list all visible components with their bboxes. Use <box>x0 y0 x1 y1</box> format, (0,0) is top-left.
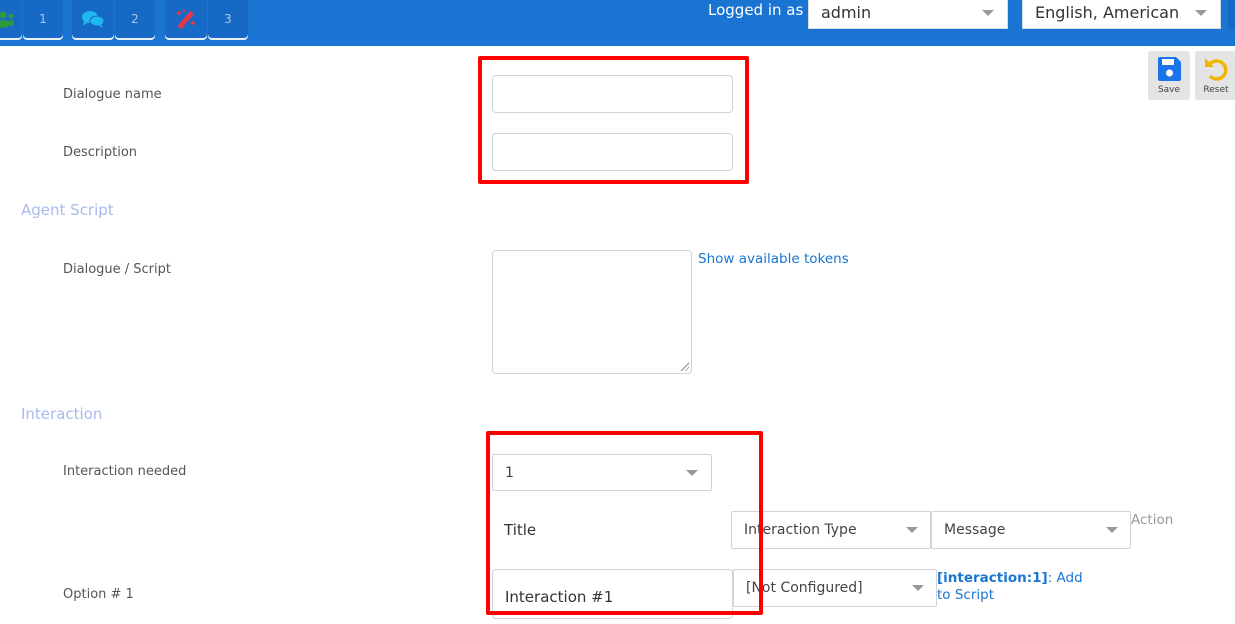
wand-count-tab[interactable]: 3 <box>208 0 248 38</box>
option-1-title-value: Interaction #1 <box>505 588 614 606</box>
chat-count-tab[interactable]: 2 <box>115 0 155 38</box>
chat-tab-icon-cell[interactable] <box>72 0 114 38</box>
show-tokens-link[interactable]: Show available tokens <box>698 251 849 267</box>
reset-button[interactable]: Reset <box>1195 51 1235 100</box>
chevron-down-icon <box>906 527 918 533</box>
top-navigation-bar: 1 2 3 Logged in as : admin English, Amer… <box>0 0 1235 46</box>
floppy-disk-icon <box>1158 57 1181 81</box>
user-select[interactable]: admin <box>808 0 1008 29</box>
dialogue-script-textarea[interactable] <box>492 250 692 374</box>
topbar-right-tab[interactable] <box>1228 0 1235 30</box>
description-input[interactable] <box>492 133 733 171</box>
tab-group-chat[interactable]: 2 <box>72 0 155 38</box>
interaction-heading: Interaction <box>21 405 103 423</box>
chevron-down-icon <box>1106 527 1118 533</box>
action-column-header: Action <box>1131 512 1174 528</box>
interaction-needed-value: 1 <box>505 464 514 481</box>
user-select-value: admin <box>821 3 872 22</box>
chevron-down-icon <box>912 585 924 591</box>
interaction-type-value: Interaction Type <box>744 522 857 538</box>
chevron-down-icon <box>982 10 994 16</box>
interaction-token: [interaction:1] <box>937 570 1048 586</box>
save-label: Save <box>1157 85 1181 95</box>
wand-tab-icon-cell[interactable] <box>165 0 207 38</box>
option-1-action-value: [Not Configured] <box>746 580 863 596</box>
interaction-needed-select[interactable]: 1 <box>492 454 712 491</box>
magic-wand-icon <box>176 9 196 29</box>
interaction-needed-label: Interaction needed <box>63 464 187 479</box>
undo-arrow-icon <box>1205 58 1228 81</box>
users-icon <box>0 11 14 28</box>
save-button[interactable]: Save <box>1148 51 1190 100</box>
users-count-tab[interactable]: 1 <box>23 0 63 38</box>
chevron-down-icon <box>1195 10 1207 16</box>
option-1-title-input[interactable]: Interaction #1 <box>492 569 733 619</box>
dialogue-script-label: Dialogue / Script <box>63 262 171 277</box>
title-column-header: Title <box>504 521 537 539</box>
logged-in-label: Logged in as : <box>708 1 814 19</box>
agent-script-heading: Agent Script <box>21 201 114 219</box>
language-select-value: English, American <box>1035 3 1180 22</box>
tab-group-wand[interactable]: 3 <box>165 0 248 38</box>
users-tab-icon-cell[interactable] <box>0 0 22 38</box>
dialogue-name-input[interactable] <box>492 75 733 113</box>
resize-handle-icon[interactable] <box>679 361 689 371</box>
message-select[interactable]: Message <box>931 511 1131 549</box>
option-1-label: Option # 1 <box>63 587 134 602</box>
interaction-type-select[interactable]: Interaction Type <box>731 511 931 549</box>
option-1-action-select[interactable]: [Not Configured] <box>733 569 937 607</box>
chat-bubbles-icon <box>82 11 105 28</box>
language-select[interactable]: English, American <box>1022 0 1221 29</box>
chevron-down-icon <box>686 470 698 476</box>
reset-label: Reset <box>1203 85 1229 95</box>
message-select-value: Message <box>944 522 1006 538</box>
tab-group-users[interactable]: 1 <box>0 0 63 38</box>
dialogue-name-label: Dialogue name <box>63 87 162 102</box>
description-label: Description <box>63 145 138 160</box>
add-to-script-link[interactable]: [interaction:1]: Add to Script <box>937 570 1087 604</box>
